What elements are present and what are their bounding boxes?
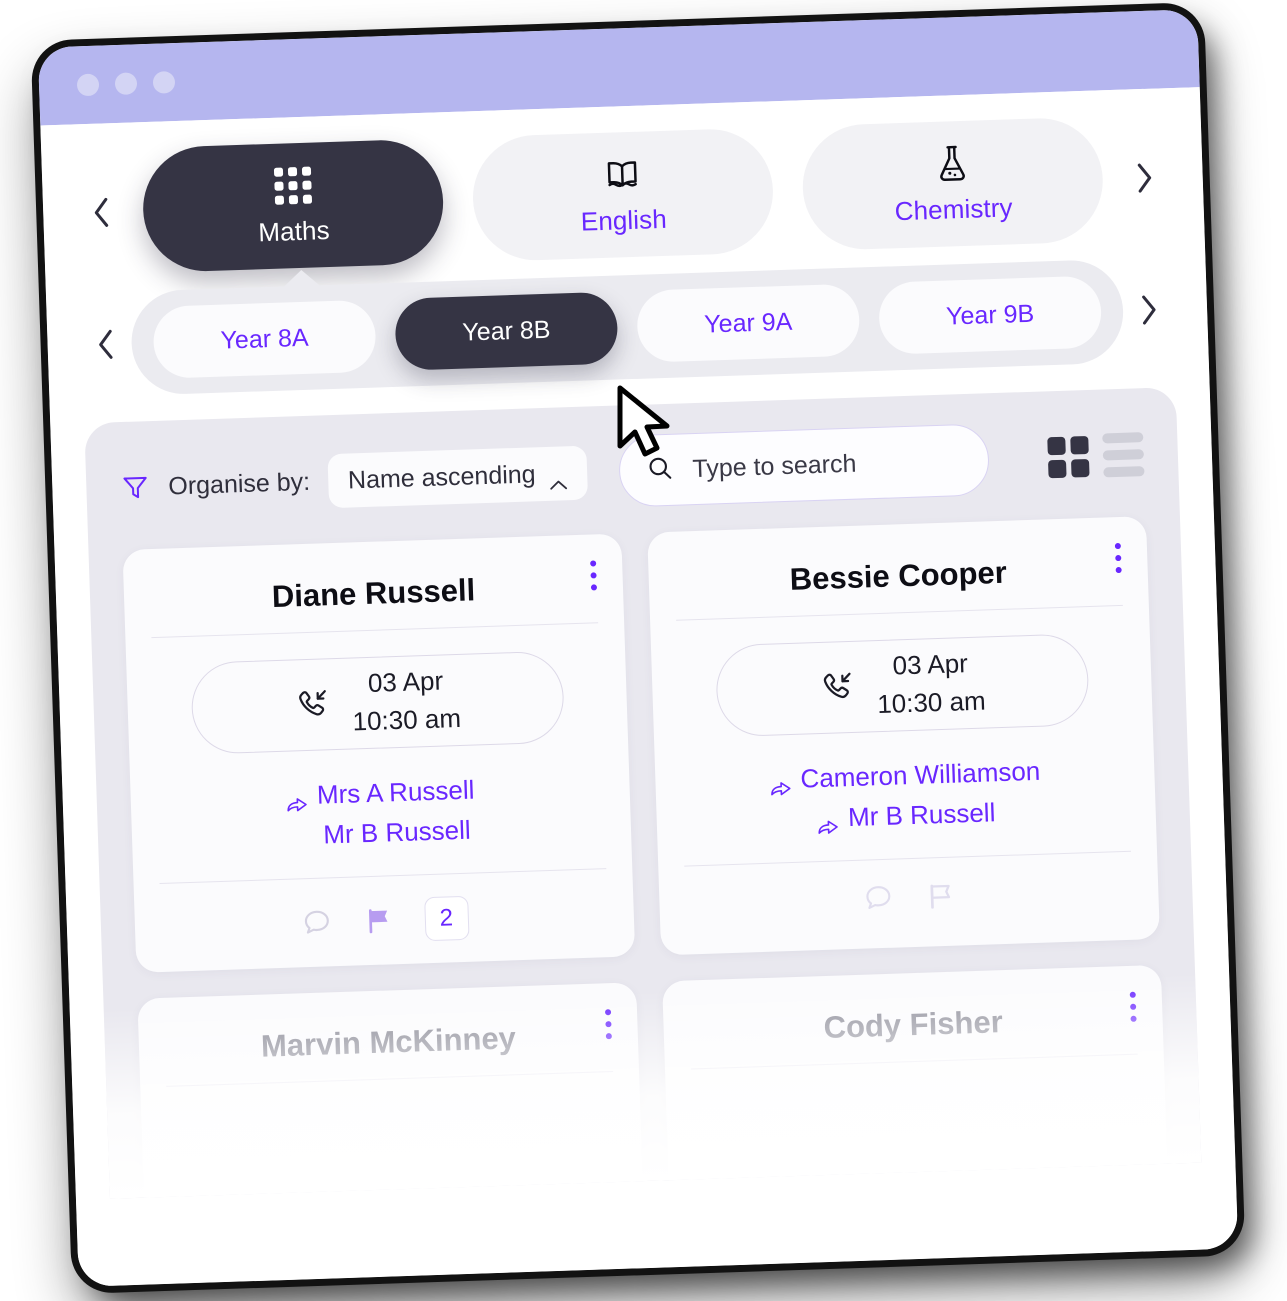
guardian-name: Mr B Russell	[847, 797, 996, 833]
student-card-grid: Diane Russell 03 Apr 10:30 am Mrs A Russ…	[122, 516, 1160, 973]
funnel-icon[interactable]	[120, 472, 151, 503]
subject-tab-label: English	[580, 203, 668, 237]
call-date: 03 Apr	[892, 648, 969, 681]
guardian-name: Mr B Russell	[322, 814, 472, 850]
organise-by-label: Organise by:	[167, 467, 311, 500]
card-menu-icon[interactable]	[1129, 991, 1137, 1022]
guardian-list: Mrs A Russell Mr B Russell	[156, 765, 606, 882]
student-card[interactable]: Cody Fisher	[662, 964, 1169, 1199]
guardian-name: Mrs A Russell	[316, 774, 475, 810]
subject-next-arrow[interactable]	[1124, 157, 1165, 198]
student-card[interactable]: Marvin McKinney	[137, 981, 644, 1199]
list-view-icon[interactable]	[1102, 432, 1145, 478]
flask-icon	[933, 142, 970, 185]
incoming-call-icon	[293, 686, 330, 723]
subject-tab-english[interactable]: English	[470, 127, 775, 263]
subject-tab-maths[interactable]: Maths	[141, 138, 446, 274]
card-menu-icon[interactable]	[604, 1008, 612, 1039]
subject-tab-label: Maths	[257, 215, 331, 248]
year-next-arrow[interactable]	[1128, 289, 1169, 330]
share-icon	[286, 785, 309, 812]
subject-tab-list: Maths English Chemistry	[125, 116, 1121, 274]
active-subject-pointer	[281, 269, 322, 289]
window-close-dot[interactable]	[76, 73, 100, 97]
year-tab-bar: Year 8A Year 8B Year 9A Year 9B	[80, 257, 1175, 397]
screenshot-stage: Maths English Chemistry Year 8A Year 8B …	[0, 0, 1287, 1301]
call-time: 10:30 am	[352, 702, 462, 737]
card-action-bar: 2	[160, 869, 609, 950]
comment-icon[interactable]	[861, 881, 894, 914]
chevron-up-icon	[549, 468, 568, 490]
comment-icon[interactable]	[300, 906, 333, 939]
call-info-pill[interactable]: 03 Apr 10:30 am	[714, 633, 1090, 738]
flag-icon[interactable]	[923, 879, 956, 912]
search-input[interactable]	[691, 445, 963, 484]
student-card[interactable]: Bessie Cooper 03 Apr 10:30 am Cameron Wi…	[647, 516, 1160, 955]
call-info-pill[interactable]: 03 Apr 10:30 am	[189, 650, 565, 755]
share-icon	[769, 769, 792, 796]
card-menu-icon[interactable]	[1114, 542, 1122, 574]
call-date: 03 Apr	[367, 665, 444, 699]
students-panel: Organise by: Name ascending Type to sear…	[84, 387, 1202, 1199]
search-box[interactable]	[618, 423, 991, 508]
call-datetime: 03 Apr 10:30 am	[351, 662, 462, 741]
subject-tab-label: Chemistry	[894, 192, 1014, 227]
window-maximize-dot[interactable]	[152, 71, 176, 94]
year-tab-9b[interactable]: Year 9B	[878, 275, 1103, 355]
guardian-name: Cameron Williamson	[800, 755, 1041, 794]
card-menu-icon[interactable]	[590, 560, 598, 591]
book-icon	[602, 153, 643, 196]
flag-count-badge[interactable]: 2	[423, 895, 470, 941]
year-tab-8a[interactable]: Year 8A	[152, 299, 377, 379]
student-name: Diane Russell	[271, 572, 476, 615]
year-tab-9a[interactable]: Year 9A	[636, 283, 861, 363]
window-minimize-dot[interactable]	[114, 72, 138, 96]
flag-icon[interactable]	[362, 904, 395, 937]
call-time: 10:30 am	[876, 685, 987, 720]
window-body: Maths English Chemistry Year 8A Year 8B …	[40, 87, 1239, 1287]
subject-prev-arrow[interactable]	[81, 191, 122, 232]
student-card-grid-next-row: Marvin McKinney Cody Fisher	[137, 964, 1169, 1199]
sort-dropdown-value: Name ascending	[347, 459, 537, 495]
guardian-list: Cameron Williamson Mr B Russell	[681, 748, 1131, 865]
year-tab-8b[interactable]: Year 8B	[394, 291, 619, 371]
students-toolbar: Organise by: Name ascending	[119, 418, 1145, 524]
view-toggle-group	[1047, 432, 1145, 479]
subject-tab-bar: Maths English Chemistry	[75, 114, 1171, 275]
browser-window: Maths English Chemistry Year 8A Year 8B …	[37, 9, 1239, 1287]
student-name: Bessie Cooper	[789, 554, 1008, 597]
subject-tab-chemistry[interactable]: Chemistry	[800, 116, 1105, 252]
student-card[interactable]: Diane Russell 03 Apr 10:30 am Mrs A Russ…	[122, 533, 636, 973]
incoming-call-icon	[818, 669, 855, 706]
search-icon	[646, 453, 675, 487]
year-prev-arrow[interactable]	[85, 324, 126, 365]
share-icon	[817, 808, 840, 835]
year-tab-list: Year 8A Year 8B Year 9A Year 9B	[129, 258, 1125, 396]
grid-icon	[273, 164, 312, 207]
call-datetime: 03 Apr 10:30 am	[875, 645, 986, 724]
grid-view-icon[interactable]	[1047, 435, 1090, 478]
sort-dropdown[interactable]: Name ascending	[327, 445, 589, 509]
